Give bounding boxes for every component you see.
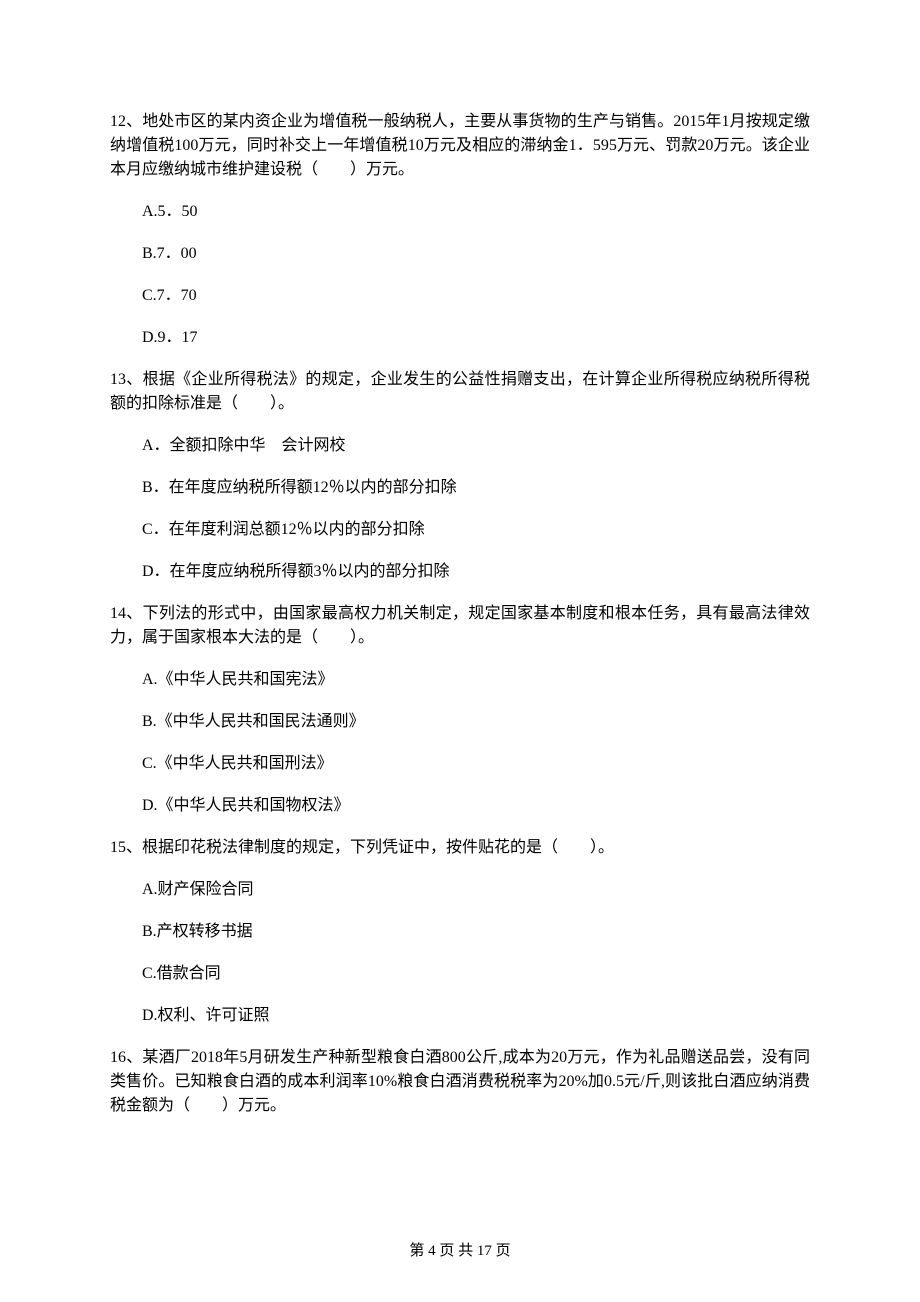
- question-number: 13、: [110, 371, 143, 388]
- question-number: 16、: [110, 1049, 142, 1066]
- question-13: 13、根据《企业所得税法》的规定，企业发生的公益性捐赠支出，在计算企业所得税应纳…: [110, 368, 810, 416]
- question-number: 12、: [110, 113, 142, 130]
- option-a: A．全额扣除中华 会计网校: [142, 434, 810, 458]
- question-15-options: A.财产保险合同 B.产权转移书据 C.借款合同 D.权利、许可证照: [110, 878, 810, 1028]
- option-c: C．在年度利润总额12％以内的部分扣除: [142, 518, 810, 542]
- option-b: B．在年度应纳税所得额12％以内的部分扣除: [142, 476, 810, 500]
- option-a: A.5．50: [142, 200, 810, 224]
- question-stem: 根据印花税法律制度的规定，下列凭证中，按件贴花的是（ ）。: [142, 839, 614, 856]
- option-b: B.《中华人民共和国民法通则》: [142, 710, 810, 734]
- question-14: 14、下列法的形式中，由国家最高权力机关制定，规定国家基本制度和根本任务，具有最…: [110, 602, 810, 650]
- option-c: C.7．70: [142, 284, 810, 308]
- question-number: 14、: [110, 605, 143, 622]
- page-footer: 第 4 页 共 17 页: [0, 1240, 920, 1263]
- question-stem: 下列法的形式中，由国家最高权力机关制定，规定国家基本制度和根本任务，具有最高法律…: [110, 605, 810, 646]
- question-stem: 地处市区的某内资企业为增值税一般纳税人，主要从事货物的生产与销售。2015年1月…: [110, 113, 810, 178]
- question-14-options: A.《中华人民共和国宪法》 B.《中华人民共和国民法通则》 C.《中华人民共和国…: [110, 668, 810, 818]
- question-stem: 某酒厂2018年5月研发生产种新型粮食白酒800公斤,成本为20万元，作为礼品赠…: [110, 1049, 810, 1114]
- option-d: D.9．17: [142, 326, 810, 350]
- option-b: B.产权转移书据: [142, 920, 810, 944]
- option-a: A.财产保险合同: [142, 878, 810, 902]
- option-c: C.《中华人民共和国刑法》: [142, 752, 810, 776]
- option-c: C.借款合同: [142, 962, 810, 986]
- option-d: D.《中华人民共和国物权法》: [142, 794, 810, 818]
- option-d: D.权利、许可证照: [142, 1004, 810, 1028]
- question-13-options: A．全额扣除中华 会计网校 B．在年度应纳税所得额12％以内的部分扣除 C．在年…: [110, 434, 810, 584]
- option-a: A.《中华人民共和国宪法》: [142, 668, 810, 692]
- question-number: 15、: [110, 839, 142, 856]
- question-12: 12、地处市区的某内资企业为增值税一般纳税人，主要从事货物的生产与销售。2015…: [110, 110, 810, 182]
- question-stem: 根据《企业所得税法》的规定，企业发生的公益性捐赠支出，在计算企业所得税应纳税所得…: [110, 371, 810, 412]
- question-16: 16、某酒厂2018年5月研发生产种新型粮食白酒800公斤,成本为20万元，作为…: [110, 1046, 810, 1118]
- option-b: B.7．00: [142, 242, 810, 266]
- question-15: 15、根据印花税法律制度的规定，下列凭证中，按件贴花的是（ ）。: [110, 836, 810, 860]
- question-12-options: A.5．50 B.7．00 C.7．70 D.9．17: [110, 200, 810, 350]
- option-d: D．在年度应纳税所得额3％以内的部分扣除: [142, 560, 810, 584]
- page: 12、地处市区的某内资企业为增值税一般纳税人，主要从事货物的生产与销售。2015…: [0, 0, 920, 1302]
